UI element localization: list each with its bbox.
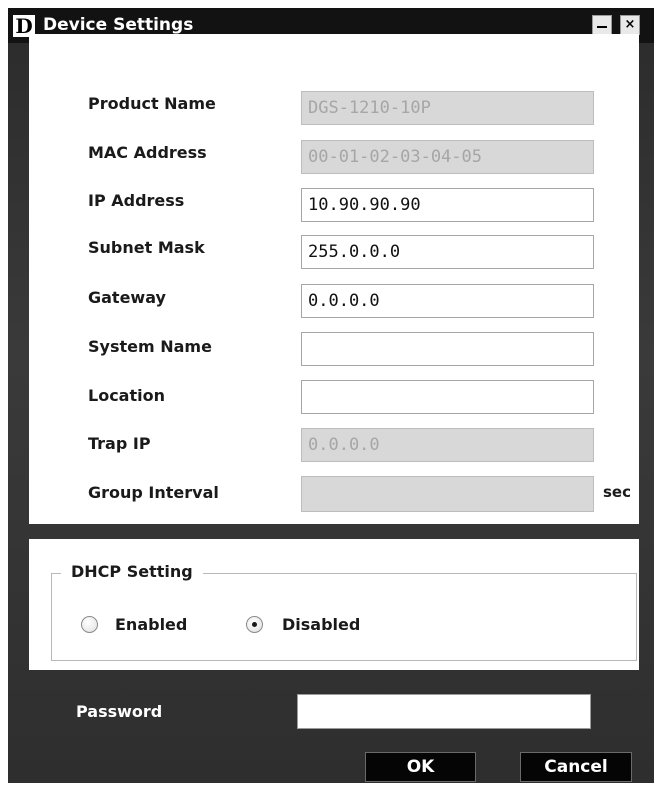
location-label: Location <box>88 386 165 405</box>
subnet-mask-label: Subnet Mask <box>88 238 205 257</box>
location-input[interactable] <box>301 380 594 414</box>
trap-ip-label: Trap IP <box>88 434 151 453</box>
system-name-label: System Name <box>88 337 212 356</box>
settings-panel: Product Name DGS-1210-10P MAC Address 00… <box>29 34 639 524</box>
password-input[interactable] <box>297 694 591 729</box>
gateway-input[interactable]: 0.0.0.0 <box>301 284 594 318</box>
device-settings-window: D Device Settings × Product Name DGS-121… <box>8 8 654 783</box>
group-interval-unit: sec <box>603 483 631 501</box>
subnet-mask-input[interactable]: 255.0.0.0 <box>301 235 594 269</box>
dhcp-disabled-radio[interactable] <box>246 616 263 633</box>
cancel-button[interactable]: Cancel <box>520 752 632 782</box>
window-title: Device Settings <box>43 15 194 35</box>
ip-address-label: IP Address <box>88 191 185 210</box>
ip-address-input[interactable]: 10.90.90.90 <box>301 188 594 222</box>
ok-button[interactable]: OK <box>365 752 476 782</box>
password-label: Password <box>76 702 163 721</box>
group-interval-label: Group Interval <box>88 483 219 502</box>
trap-ip-field: 0.0.0.0 <box>301 428 594 462</box>
close-button[interactable]: × <box>620 15 640 35</box>
dhcp-legend: DHCP Setting <box>61 561 203 583</box>
product-name-field: DGS-1210-10P <box>301 91 594 125</box>
minimize-button[interactable] <box>592 15 612 35</box>
mac-address-field: 00-01-02-03-04-05 <box>301 140 594 174</box>
dhcp-enabled-radio[interactable] <box>81 616 98 633</box>
gateway-label: Gateway <box>88 288 166 307</box>
product-name-label: Product Name <box>88 94 216 113</box>
dhcp-enabled-label[interactable]: Enabled <box>115 615 187 635</box>
group-interval-field <box>301 476 594 512</box>
mac-address-label: MAC Address <box>88 143 207 162</box>
dhcp-panel: DHCP Setting Enabled Disabled <box>29 539 639 670</box>
dhcp-disabled-label[interactable]: Disabled <box>282 615 360 635</box>
system-name-input[interactable] <box>301 332 594 366</box>
